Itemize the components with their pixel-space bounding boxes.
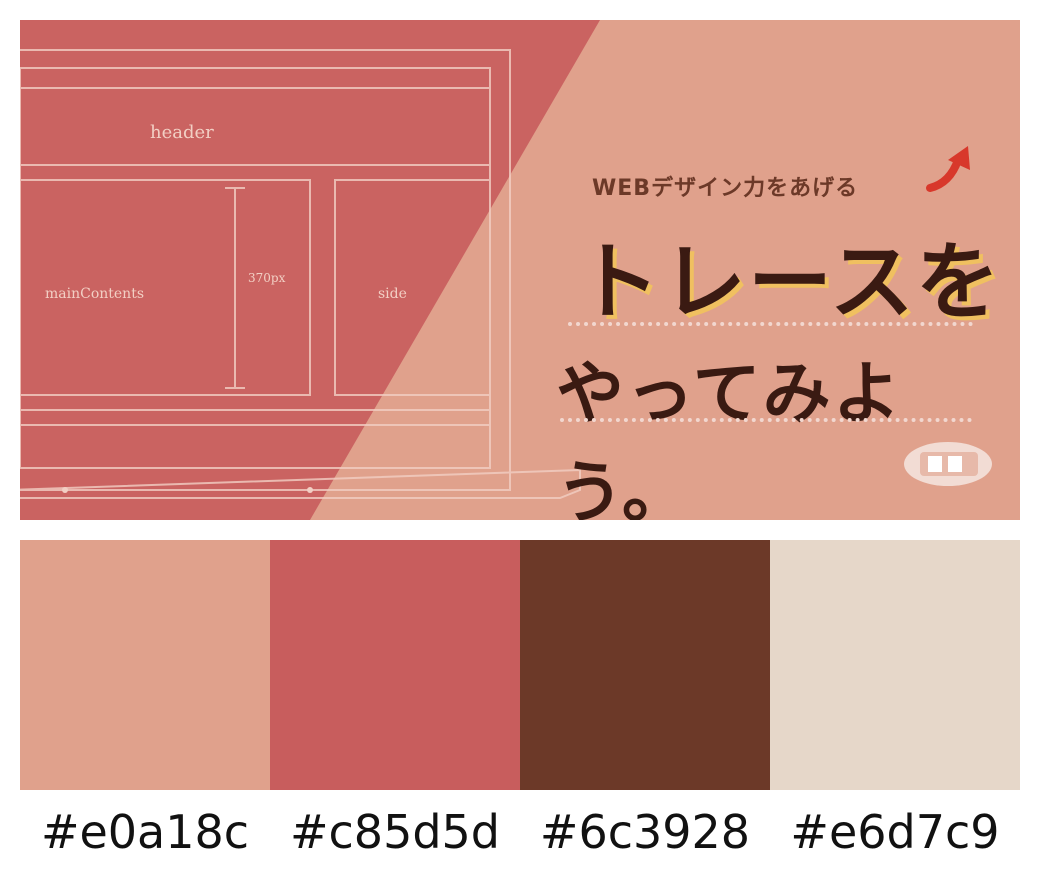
color-swatch [520, 540, 770, 790]
color-hex-label: #e0a18c [40, 805, 250, 859]
color-hex-label: #c85d5d [289, 805, 501, 859]
banner-title-line1: トレースを [576, 233, 1002, 331]
color-palette [20, 540, 1020, 790]
dotted-divider [560, 418, 972, 422]
color-hex-label: #6c3928 [539, 805, 751, 859]
banner-title-line2: やってみよう。 [556, 355, 903, 520]
color-hex-label: #e6d7c9 [790, 805, 1000, 859]
svg-text:370px: 370px [248, 271, 286, 285]
banner-image: header mainContents 370px side WEBデザイン力を… [20, 20, 1020, 520]
svg-text:mainContents: mainContents [45, 286, 144, 302]
dotted-divider [568, 322, 973, 326]
color-labels: #e0a18c #c85d5d #6c3928 #e6d7c9 [20, 805, 1020, 859]
color-swatch [770, 540, 1020, 790]
badge-icon [904, 442, 992, 486]
color-swatch [20, 540, 270, 790]
banner-tagline: WEBデザイン力をあげる [592, 176, 859, 201]
color-swatch [270, 540, 520, 790]
svg-text:side: side [378, 286, 407, 302]
svg-text:header: header [150, 122, 214, 143]
up-arrow-icon [926, 146, 970, 192]
